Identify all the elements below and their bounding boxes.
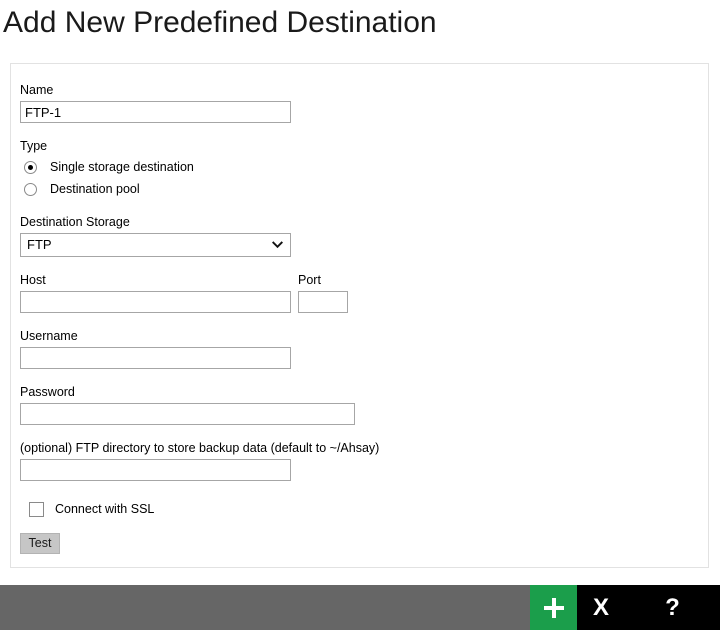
directory-input[interactable] [20,459,291,481]
port-label: Port [298,273,321,287]
password-field-group: Password [20,384,699,425]
port-input[interactable] [298,291,348,313]
radio-destination-pool-label: Destination pool [50,182,140,196]
form-fields-container: Name Type Single storage destination Des… [20,82,699,554]
port-field-group: Port [298,272,348,313]
username-field-group: Username [20,328,699,369]
directory-label: (optional) FTP directory to store backup… [20,441,380,455]
host-input[interactable] [20,291,291,313]
username-input[interactable] [20,347,291,369]
help-question-icon: ? [665,593,680,621]
radio-single-storage-destination[interactable]: Single storage destination [20,157,699,177]
help-button[interactable]: ? [625,585,720,630]
name-field-group: Name [20,82,699,123]
radio-selected-icon [24,160,37,174]
bottom-action-bar: X ? [0,585,720,630]
password-input[interactable] [20,403,355,425]
host-label: Host [20,273,46,287]
radio-single-storage-destination-label: Single storage destination [50,160,194,174]
name-input[interactable] [20,101,291,123]
connect-with-ssl-label: Connect with SSL [55,502,155,516]
bottom-bar-filler [0,585,530,630]
connect-with-ssl-checkbox[interactable]: Connect with SSL [20,498,699,520]
destination-storage-select[interactable]: FTP [20,233,291,257]
checkbox-unchecked-icon [29,501,44,517]
host-port-row: Host Port [20,272,699,313]
name-label: Name [20,83,54,97]
radio-destination-pool[interactable]: Destination pool [20,179,699,199]
type-field-group: Type Single storage destination Destinat… [20,138,699,199]
radio-unselected-icon [24,182,37,196]
directory-field-group: (optional) FTP directory to store backup… [20,440,699,481]
add-button[interactable] [530,585,577,630]
close-x-icon: X [592,593,609,621]
username-label: Username [20,329,78,343]
destination-storage-label: Destination Storage [20,215,130,229]
type-label: Type [20,139,48,153]
test-button[interactable]: Test [20,533,60,554]
password-label: Password [20,385,75,399]
destination-form-panel: Name Type Single storage destination Des… [10,63,709,568]
close-button[interactable]: X [577,585,625,630]
destination-storage-selected-value: FTP [20,233,291,257]
page-title: Add New Predefined Destination [3,6,437,39]
destination-storage-field-group: Destination Storage FTP [20,214,699,257]
plus-icon [543,597,565,619]
host-field-group: Host [20,272,293,313]
